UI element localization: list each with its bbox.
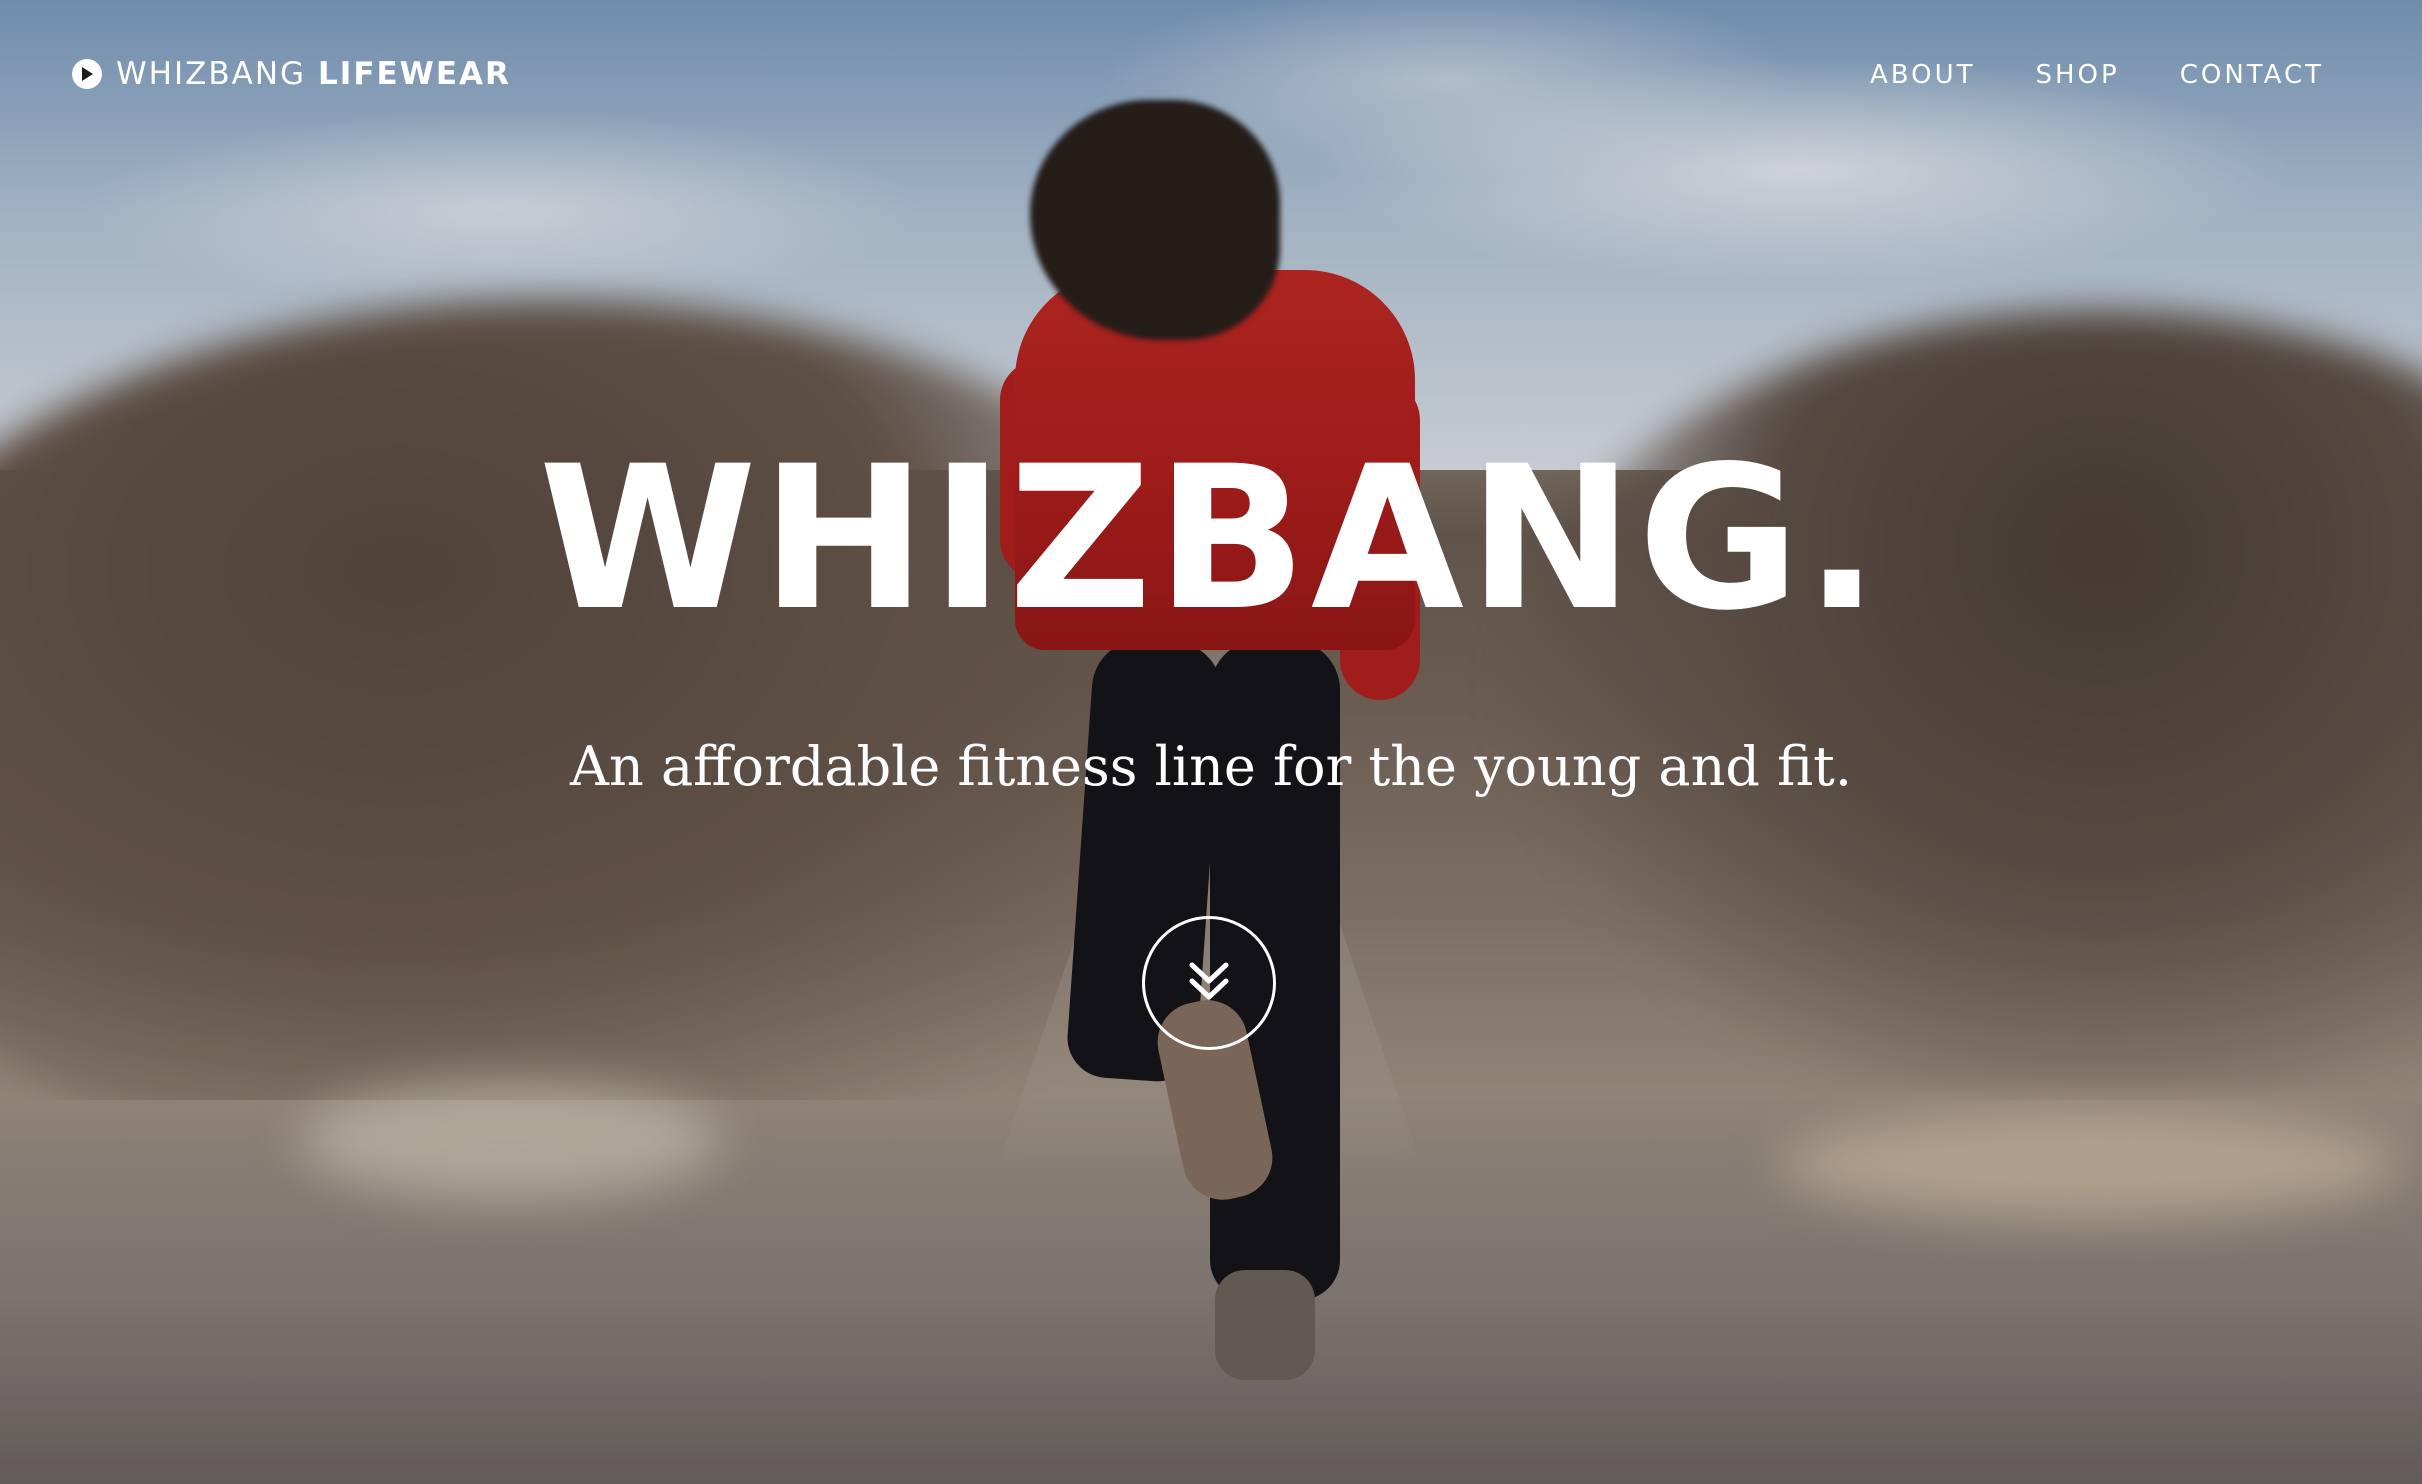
brand-logo-link[interactable]: WHIZBANG LIFEWEAR [72, 56, 511, 92]
scroll-down-button[interactable] [1142, 916, 1276, 1050]
nav-links: ABOUT SHOP CONTACT [1870, 60, 2324, 90]
nav-link-about[interactable]: ABOUT [1870, 60, 1976, 90]
hero-section: WHIZBANG LIFEWEAR ABOUT SHOP CONTACT WHI… [0, 0, 2422, 1484]
double-chevron-down-icon [1186, 961, 1232, 1006]
brand-name-bold: LIFEWEAR [318, 56, 511, 92]
hero-tagline: An affordable fitness line for the young… [570, 735, 1852, 798]
nav-link-contact[interactable]: CONTACT [2180, 60, 2324, 90]
nav-link-shop[interactable]: SHOP [2036, 60, 2120, 90]
play-circle-icon [72, 59, 102, 89]
navbar: WHIZBANG LIFEWEAR ABOUT SHOP CONTACT [0, 0, 2422, 160]
brand-name-light: WHIZBANG [116, 56, 307, 92]
hero-headline: WHIZBANG. [538, 423, 1884, 654]
